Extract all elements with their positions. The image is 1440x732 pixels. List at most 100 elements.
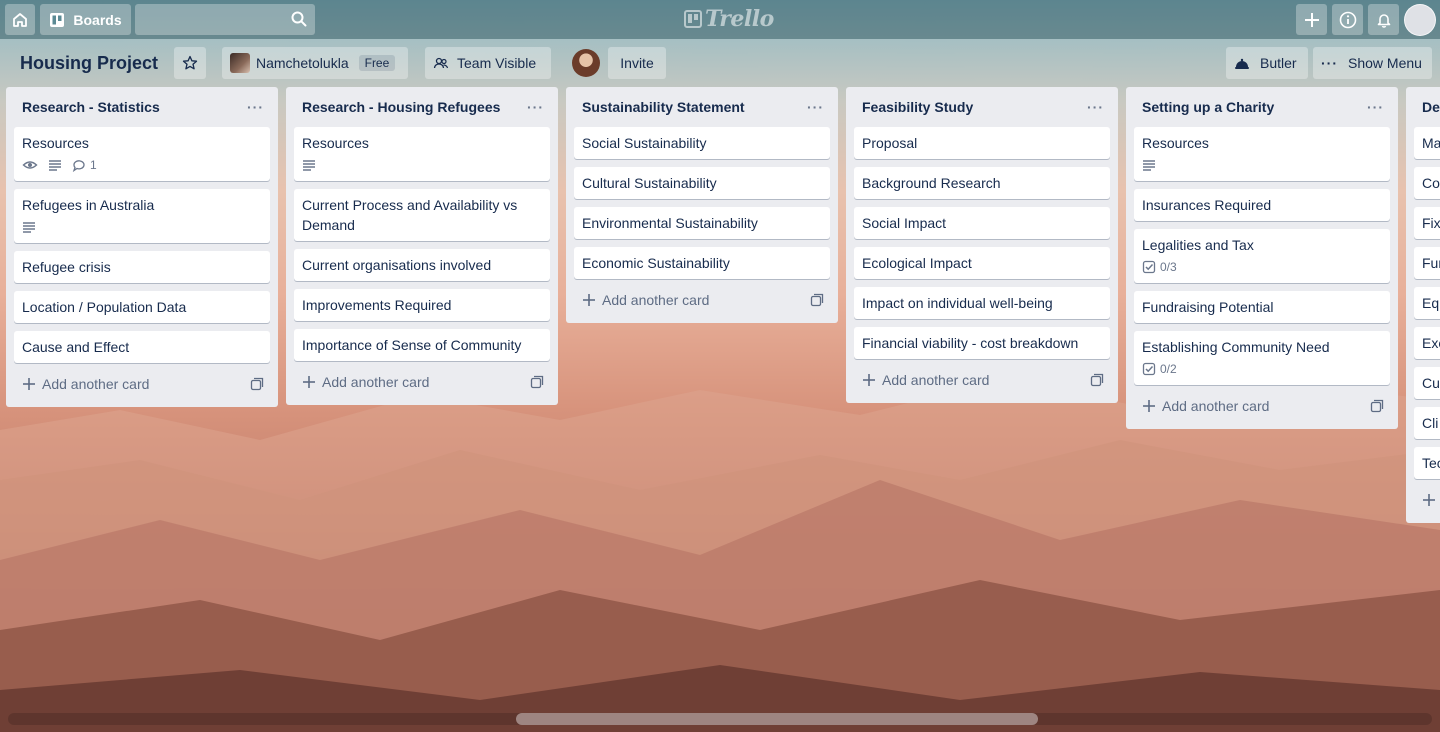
list-header[interactable]: Sustainability Statement ··· <box>574 87 830 127</box>
search-input[interactable] <box>135 4 315 35</box>
add-card-button[interactable]: Add another card <box>582 292 709 308</box>
card[interactable]: Impact on individual well-being <box>854 287 1110 319</box>
card[interactable]: Fix <box>1414 207 1440 239</box>
card[interactable]: Refugee crisis <box>14 251 270 283</box>
notifications-button[interactable] <box>1368 4 1399 35</box>
team-avatar <box>230 53 250 73</box>
card[interactable]: Legalities and Tax 0/3 <box>1134 229 1390 283</box>
card-title: Insurances Required <box>1142 197 1272 213</box>
list-menu-button[interactable]: ··· <box>1367 99 1384 115</box>
card[interactable]: Background Research <box>854 167 1110 199</box>
list-menu-button[interactable]: ··· <box>527 99 544 115</box>
home-button[interactable] <box>5 4 35 35</box>
logo-text: Trello <box>705 6 774 32</box>
user-avatar[interactable] <box>1404 4 1436 36</box>
add-card-button[interactable]: Add another card <box>302 374 429 390</box>
card[interactable]: Current organisations involved <box>294 249 550 281</box>
card[interactable]: Current Process and Availability vs Dema… <box>294 189 550 241</box>
card[interactable]: Importance of Sense of Community <box>294 329 550 361</box>
board-title[interactable]: Housing Project <box>20 51 158 75</box>
list-title[interactable]: Setting up a Charity <box>1142 99 1274 115</box>
list[interactable]: Sustainability Statement ··· Social Sustai… <box>566 87 838 323</box>
list[interactable]: Setting up a Charity ··· Resources Insuranc… <box>1126 87 1398 429</box>
list-header[interactable]: De <box>1414 87 1440 127</box>
list-menu-button[interactable]: ··· <box>1087 99 1104 115</box>
boards-button[interactable]: Boards <box>40 4 131 35</box>
card[interactable]: Location / Population Data <box>14 291 270 323</box>
card[interactable]: Fur <box>1414 247 1440 279</box>
list-title[interactable]: Feasibility Study <box>862 99 973 115</box>
card[interactable]: Environmental Sustainability <box>574 207 830 239</box>
list-title[interactable]: Research - Housing Refugees <box>302 99 500 115</box>
member-avatar[interactable] <box>572 49 600 77</box>
add-card-button[interactable]: Add another card <box>22 376 149 392</box>
card[interactable]: Refugees in Australia <box>14 189 270 243</box>
card-title: Cu <box>1422 375 1440 391</box>
card[interactable]: Co <box>1414 167 1440 199</box>
list-header[interactable]: Research - Statistics ··· <box>14 87 270 127</box>
card[interactable]: Economic Sustainability <box>574 247 830 279</box>
card-template-icon[interactable] <box>530 375 544 389</box>
list-title[interactable]: Research - Statistics <box>22 99 160 115</box>
card[interactable]: Exe <box>1414 327 1440 359</box>
card-template-icon[interactable] <box>250 377 264 391</box>
invite-button[interactable]: Invite <box>608 47 666 79</box>
create-button[interactable] <box>1296 4 1327 35</box>
add-card-button[interactable]: Add another card <box>862 372 989 388</box>
card-title: Fur <box>1422 255 1440 271</box>
list[interactable]: Research - Housing Refugees ··· Resources C… <box>286 87 558 405</box>
search-icon <box>291 11 307 27</box>
list-header[interactable]: Setting up a Charity ··· <box>1134 87 1390 127</box>
card[interactable]: Social Impact <box>854 207 1110 239</box>
show-menu-button[interactable]: ··· Show Menu <box>1313 47 1432 79</box>
card[interactable]: Cu <box>1414 367 1440 399</box>
list-menu-button[interactable]: ··· <box>807 99 824 115</box>
card-template-icon[interactable] <box>1370 399 1384 413</box>
comment-count: 1 <box>90 158 97 172</box>
add-card-label: Add another card <box>882 372 990 388</box>
card[interactable]: Resources 1 <box>14 127 270 181</box>
butler-button[interactable]: Butler <box>1226 47 1308 79</box>
trello-logo[interactable]: Trello <box>684 6 774 32</box>
card-template-icon[interactable] <box>810 293 824 307</box>
card[interactable]: Social Sustainability <box>574 127 830 159</box>
card[interactable]: Ecological Impact <box>854 247 1110 279</box>
add-card-button[interactable] <box>1414 485 1440 515</box>
card[interactable]: Fundraising Potential <box>1134 291 1390 323</box>
card-title: Ma <box>1422 135 1440 151</box>
list-menu-button[interactable]: ··· <box>247 99 264 115</box>
card-badges <box>1142 155 1382 175</box>
card[interactable]: Cultural Sustainability <box>574 167 830 199</box>
list-title[interactable]: Sustainability Statement <box>582 99 745 115</box>
card[interactable]: Cause and Effect <box>14 331 270 363</box>
card[interactable]: Improvements Required <box>294 289 550 321</box>
card-badges <box>22 217 262 237</box>
list[interactable]: De Ma Co Fix Fur Eq Exe Cu Cli Tec <box>1406 87 1440 523</box>
card[interactable]: Financial viability - cost breakdown <box>854 327 1110 359</box>
card[interactable]: Tec <box>1414 447 1440 479</box>
checklist-icon <box>1142 260 1156 274</box>
star-button[interactable] <box>174 47 206 79</box>
card[interactable]: Insurances Required <box>1134 189 1390 221</box>
card[interactable]: Resources <box>1134 127 1390 181</box>
info-button[interactable] <box>1332 4 1363 35</box>
card[interactable]: Establishing Community Need 0/2 <box>1134 331 1390 385</box>
list[interactable]: Feasibility Study ··· Proposal Background R… <box>846 87 1118 403</box>
scrollbar-thumb[interactable] <box>516 713 1038 725</box>
card[interactable]: Proposal <box>854 127 1110 159</box>
list-header[interactable]: Feasibility Study ··· <box>854 87 1110 127</box>
team-button[interactable]: Namchetolukla Free <box>222 47 408 79</box>
horizontal-scrollbar[interactable] <box>8 713 1432 725</box>
free-badge: Free <box>358 55 396 71</box>
card[interactable]: Ma <box>1414 127 1440 159</box>
card[interactable]: Cli <box>1414 407 1440 439</box>
card[interactable]: Resources <box>294 127 550 181</box>
list-title[interactable]: De <box>1422 99 1440 115</box>
add-card-button[interactable]: Add another card <box>1142 398 1269 414</box>
list[interactable]: Research - Statistics ··· Resources 1 Refuge… <box>6 87 278 407</box>
list-header[interactable]: Research - Housing Refugees ··· <box>294 87 550 127</box>
info-icon <box>1339 11 1356 28</box>
visibility-button[interactable]: Team Visible <box>425 47 551 79</box>
card[interactable]: Eq <box>1414 287 1440 319</box>
card-template-icon[interactable] <box>1090 373 1104 387</box>
